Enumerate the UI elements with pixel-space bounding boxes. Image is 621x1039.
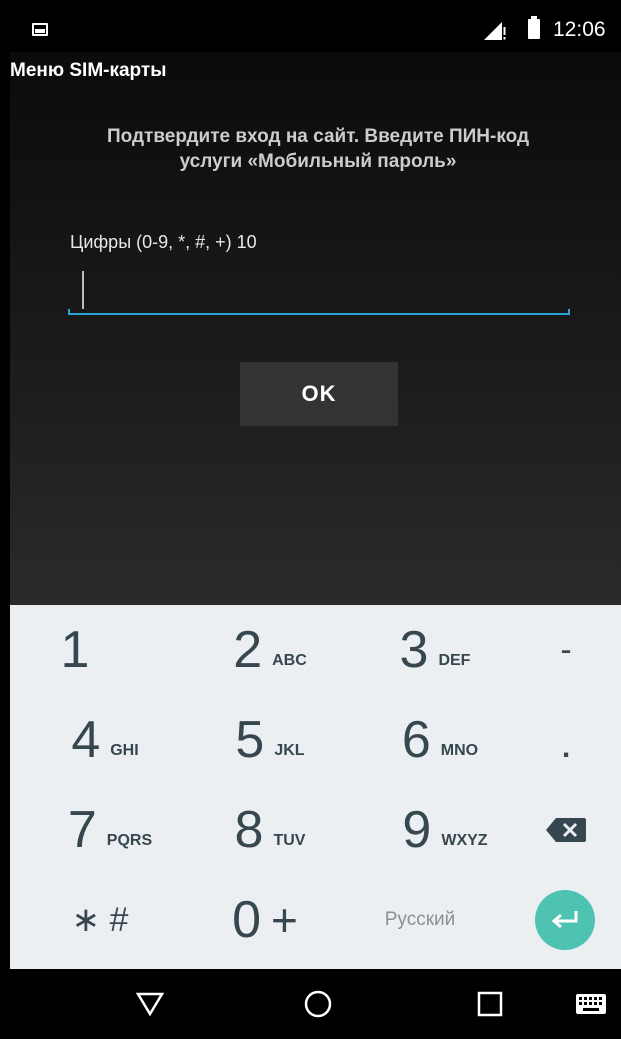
navigation-bar — [10, 969, 621, 1039]
back-icon — [135, 992, 165, 1017]
key-5-letters: JKL — [274, 742, 305, 759]
key-minus-label: - — [560, 630, 572, 669]
app-title: Меню SIM-карты — [10, 60, 167, 81]
key-dot-label: . — [561, 731, 571, 764]
key-star-hash-label: ∗ # — [71, 901, 129, 939]
key-3[interactable]: 3 DEF — [375, 605, 495, 695]
backspace-key[interactable] — [530, 785, 602, 875]
nav-recents-button[interactable] — [460, 969, 520, 1039]
language-key[interactable]: Русский — [370, 875, 470, 979]
key-4-letters: GHI — [110, 742, 139, 759]
nav-keyboard-button[interactable] — [566, 969, 616, 1039]
key-1-digit: 1 — [60, 621, 90, 679]
status-time: 12:06 — [553, 18, 606, 41]
key-2-letters: ABC — [272, 652, 307, 669]
phone-screen: 12:06 Меню SIM-карты Подтвердите вход на… — [0, 0, 621, 1039]
key-8-digit: 8 — [234, 801, 264, 859]
battery-icon — [528, 16, 540, 39]
language-label: Русский — [384, 909, 456, 930]
key-3-digit: 3 — [399, 621, 429, 679]
key-minus[interactable]: - — [530, 605, 602, 695]
key-6-letters: MNO — [440, 742, 479, 759]
gallery-icon — [32, 23, 48, 36]
key-6-digit: 6 — [401, 711, 431, 769]
text-cursor — [82, 271, 84, 309]
backspace-icon — [546, 818, 586, 842]
key-0-plus: + — [271, 894, 298, 946]
nav-home-button[interactable] — [288, 969, 348, 1039]
key-5-digit: 5 — [235, 711, 265, 769]
key-0[interactable]: 0 + — [210, 875, 320, 965]
pin-input[interactable] — [68, 267, 570, 315]
key-8[interactable]: 8 TUV — [210, 785, 330, 875]
status-bar: 12:06 — [10, 10, 621, 52]
key-7-letters: PQRS — [106, 832, 153, 849]
key-2-digit: 2 — [233, 621, 263, 679]
keyboard-icon — [576, 994, 606, 1014]
nav-back-button[interactable] — [120, 969, 180, 1039]
key-0-digit: 0 — [232, 891, 262, 949]
key-7[interactable]: 7 PQRS — [50, 785, 170, 875]
key-7-digit: 7 — [67, 801, 97, 859]
key-4[interactable]: 4 GHI — [50, 695, 160, 785]
key-9-letters: WXYZ — [441, 832, 488, 849]
key-8-letters: TUV — [273, 832, 306, 849]
numeric-keyboard: 1 2 ABC 3 DEF - 4 GHI 5 JKL 6 MNO . 7 PQ… — [10, 605, 621, 979]
key-star-hash[interactable]: ∗ # — [50, 875, 150, 965]
sim-menu-dialog: Меню SIM-карты Подтвердите вход на сайт.… — [10, 52, 621, 605]
prompt-line-2: услуги «Мобильный пароль» — [179, 151, 457, 172]
key-4-digit: 4 — [71, 711, 101, 769]
enter-icon — [551, 911, 578, 929]
key-2[interactable]: 2 ABC — [210, 605, 330, 695]
key-dot[interactable]: . — [530, 695, 602, 785]
signal-icon — [484, 22, 506, 40]
key-3-letters: DEF — [438, 652, 471, 669]
enter-button[interactable] — [535, 890, 595, 950]
prompt-line-1: Подтвердите вход на сайт. Введите ПИН-ко… — [106, 126, 530, 147]
key-9-digit: 9 — [402, 801, 432, 859]
key-5[interactable]: 5 JKL — [210, 695, 330, 785]
recents-icon — [477, 991, 503, 1017]
prompt-text: Подтвердите вход на сайт. Введите ПИН-ко… — [48, 124, 588, 174]
key-9[interactable]: 9 WXYZ — [380, 785, 510, 875]
key-1[interactable]: 1 — [30, 605, 120, 695]
key-6[interactable]: 6 MNO — [380, 695, 500, 785]
ok-button[interactable]: OK — [240, 362, 398, 426]
home-icon — [304, 990, 332, 1018]
field-label: Цифры (0-9, *, #, +) 10 — [70, 232, 257, 252]
